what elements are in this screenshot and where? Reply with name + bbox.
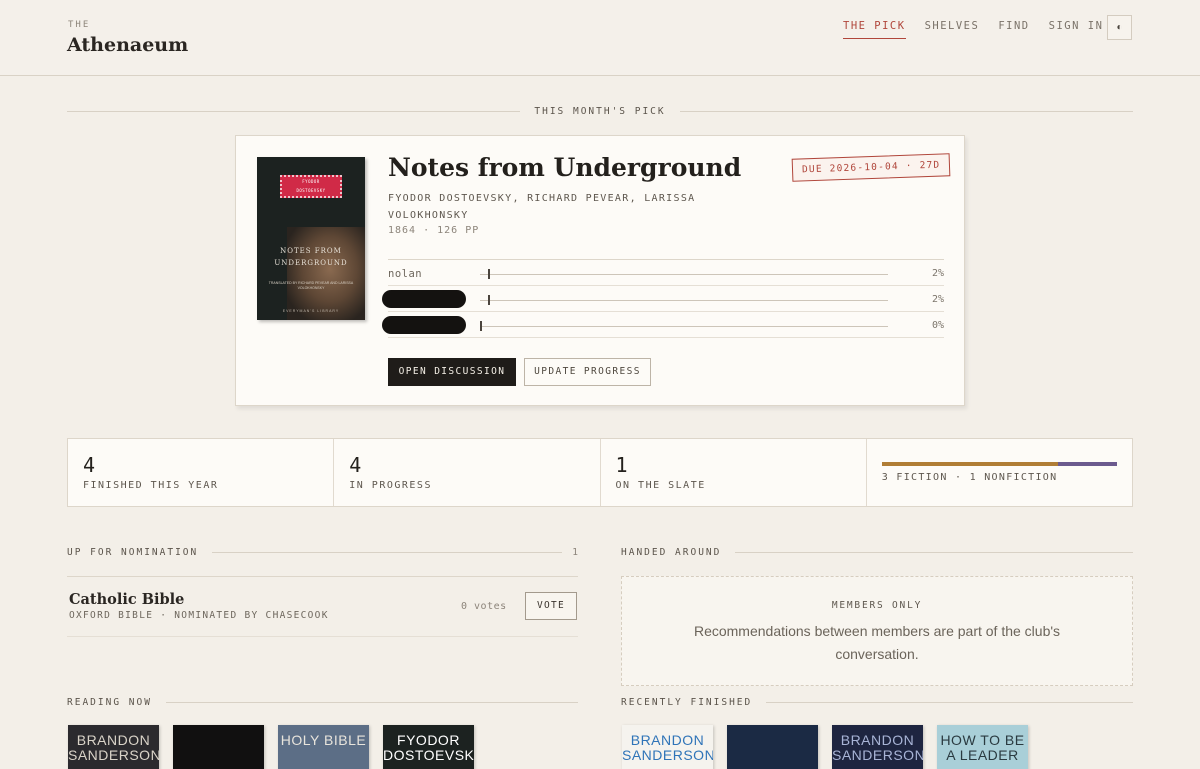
nomination-section-header: UP FOR NOMINATION 1 [67, 547, 578, 558]
nomination-count: 1 [572, 547, 578, 558]
brand-name[interactable]: Athenaeum [67, 34, 188, 56]
vote-count: 0 votes [461, 601, 507, 612]
site-header: THE Athenaeum THE PICK SHELVES FIND SIGN… [0, 0, 1200, 76]
nomination-title[interactable]: Catholic Bible [69, 591, 184, 608]
member-progress-list: nolan 2% 2% 0% [382, 259, 944, 338]
cover-author-label: FYODOR DOSTOEVSKY [280, 175, 342, 198]
nomination-item: Catholic Bible OXFORD BIBLE · NOMINATED … [67, 576, 578, 637]
stat-genre-split: 3 FICTION · 1 NONFICTION [867, 439, 1132, 506]
pick-section-title: THIS MONTH'S PICK [534, 106, 666, 117]
redacted-member-name [382, 290, 466, 308]
members-only-title: MEMBERS ONLY [831, 600, 923, 611]
book-thumbnail-text: FYODOR DOSTOEVSKY [383, 732, 474, 763]
divider [679, 111, 1134, 112]
cover-portrait [287, 227, 365, 320]
nomination-subtitle: OXFORD BIBLE · NOMINATED BY CHASECOOK [69, 610, 329, 621]
cover-title: NOTES FROM UNDERGROUND [257, 245, 365, 269]
stat-in-progress: 4 IN PROGRESS [334, 439, 601, 506]
book-thumbnail[interactable] [727, 725, 818, 769]
cover-imprint: EVERYMAN'S LIBRARY [282, 309, 340, 313]
progress-track [480, 269, 888, 279]
members-only-text: Recommendations between members are part… [693, 623, 1061, 662]
book-thumbnail-text: HOW TO BE A LEADER [940, 732, 1025, 763]
book-thumbnail-text: HOLY BIBLE [280, 732, 367, 748]
progress-track [480, 321, 888, 331]
stat-label: IN PROGRESS [349, 480, 432, 491]
book-thumbnail[interactable]: BRANDON SANDERSON [68, 725, 159, 769]
book-thumbnail[interactable]: FYODOR DOSTOEVSKY [383, 725, 474, 769]
progress-marker [488, 269, 490, 279]
cover-title-line: UNDERGROUND [274, 259, 348, 267]
update-progress-button[interactable]: UPDATE PROGRESS [524, 358, 651, 386]
member-progress-row: nolan 2% [388, 260, 944, 286]
book-thumbnail-text: BRANDON SANDERSON [832, 732, 923, 763]
book-thumbnail[interactable]: BRANDON SANDERSON [622, 725, 713, 769]
stat-number: 1 [615, 453, 628, 477]
stat-finished: 4 FINISHED THIS YEAR [68, 439, 335, 506]
pick-section-header: THIS MONTH'S PICK [67, 106, 1134, 117]
fiction-segment [881, 462, 1058, 466]
stat-number: 4 [349, 453, 362, 477]
brand-prefix: THE [68, 20, 91, 30]
progress-percent: 2% [931, 294, 944, 305]
book-title[interactable]: Notes from Underground [388, 153, 741, 182]
nav-find[interactable]: FIND [998, 20, 1029, 39]
stats-bar: 4 FINISHED THIS YEAR 4 IN PROGRESS 1 ON … [67, 438, 1133, 507]
book-thumbnail-text: BRANDON SANDERSON [68, 732, 159, 763]
book-thumbnail[interactable] [173, 725, 264, 769]
divider [165, 702, 578, 703]
reading-now-title: READING NOW [67, 697, 152, 708]
handed-section-header: HANDED AROUND [621, 547, 1133, 558]
main-nav: THE PICK SHELVES FIND SIGN IN [843, 20, 1122, 39]
cover-author-last: DOSTOEVSKY [296, 188, 326, 193]
progress-percent: 0% [931, 320, 944, 331]
recently-finished-header: RECENTLY FINISHED [621, 697, 1133, 708]
book-authors: FYODOR DOSTOEVSKY, RICHARD PEVEAR, LARIS… [388, 193, 696, 221]
member-progress-row: 2% [382, 286, 944, 312]
nomination-section-title: UP FOR NOMINATION [67, 547, 199, 558]
members-only-box: MEMBERS ONLY Recommendations between mem… [621, 576, 1133, 686]
reading-now-header: READING NOW [67, 697, 578, 708]
book-thumbnail[interactable]: BRANDON SANDERSON [832, 725, 923, 769]
book-thumbnail[interactable]: HOW TO BE A LEADER [937, 725, 1028, 769]
nav-shelves[interactable]: SHELVES [925, 20, 980, 39]
pick-card: FYODOR DOSTOEVSKY NOTES FROM UNDERGROUND… [235, 135, 965, 406]
redacted-member-name [382, 316, 466, 334]
member-name: nolan [388, 268, 423, 280]
stat-label: ON THE SLATE [615, 480, 706, 491]
cover-author-first: FYODOR [302, 179, 320, 184]
divider [212, 552, 563, 553]
divider [67, 111, 521, 112]
progress-marker [488, 295, 490, 305]
handed-section-title: HANDED AROUND [621, 547, 722, 558]
open-discussion-button[interactable]: OPEN DISCUSSION [388, 358, 516, 386]
cover-subtitle: TRANSLATED BY RICHARD PEVEAR AND LARISSA… [268, 281, 354, 290]
book-thumbnail[interactable]: HOLY BIBLE [278, 725, 369, 769]
stat-on-slate: 1 ON THE SLATE [601, 439, 867, 506]
genre-split-label: 3 FICTION · 1 NONFICTION [881, 472, 1058, 483]
progress-marker [480, 321, 482, 331]
recently-finished-title: RECENTLY FINISHED [621, 697, 753, 708]
book-thumbnail-text: BRANDON SANDERSON [622, 732, 713, 763]
stat-number: 4 [83, 453, 96, 477]
book-meta: 1864 · 126 PP [388, 225, 480, 236]
cover-title-line: NOTES FROM [280, 247, 342, 255]
divider [766, 702, 1133, 703]
nav-sign-in[interactable]: SIGN IN [1049, 20, 1104, 39]
divider [735, 552, 1133, 553]
genre-split-bar [881, 462, 1117, 466]
theme-toggle-icon[interactable]: ◐ [1107, 15, 1132, 40]
book-cover[interactable]: FYODOR DOSTOEVSKY NOTES FROM UNDERGROUND… [257, 157, 365, 320]
stat-label: FINISHED THIS YEAR [83, 480, 219, 491]
progress-percent: 2% [931, 268, 944, 279]
nonfiction-segment [1058, 462, 1117, 466]
due-date-stamp: DUE 2026-10-04 · 27D [791, 153, 951, 182]
member-progress-row: 0% [382, 312, 944, 338]
nav-the-pick[interactable]: THE PICK [843, 20, 906, 39]
vote-button[interactable]: VOTE [525, 592, 577, 620]
progress-track [480, 295, 888, 305]
